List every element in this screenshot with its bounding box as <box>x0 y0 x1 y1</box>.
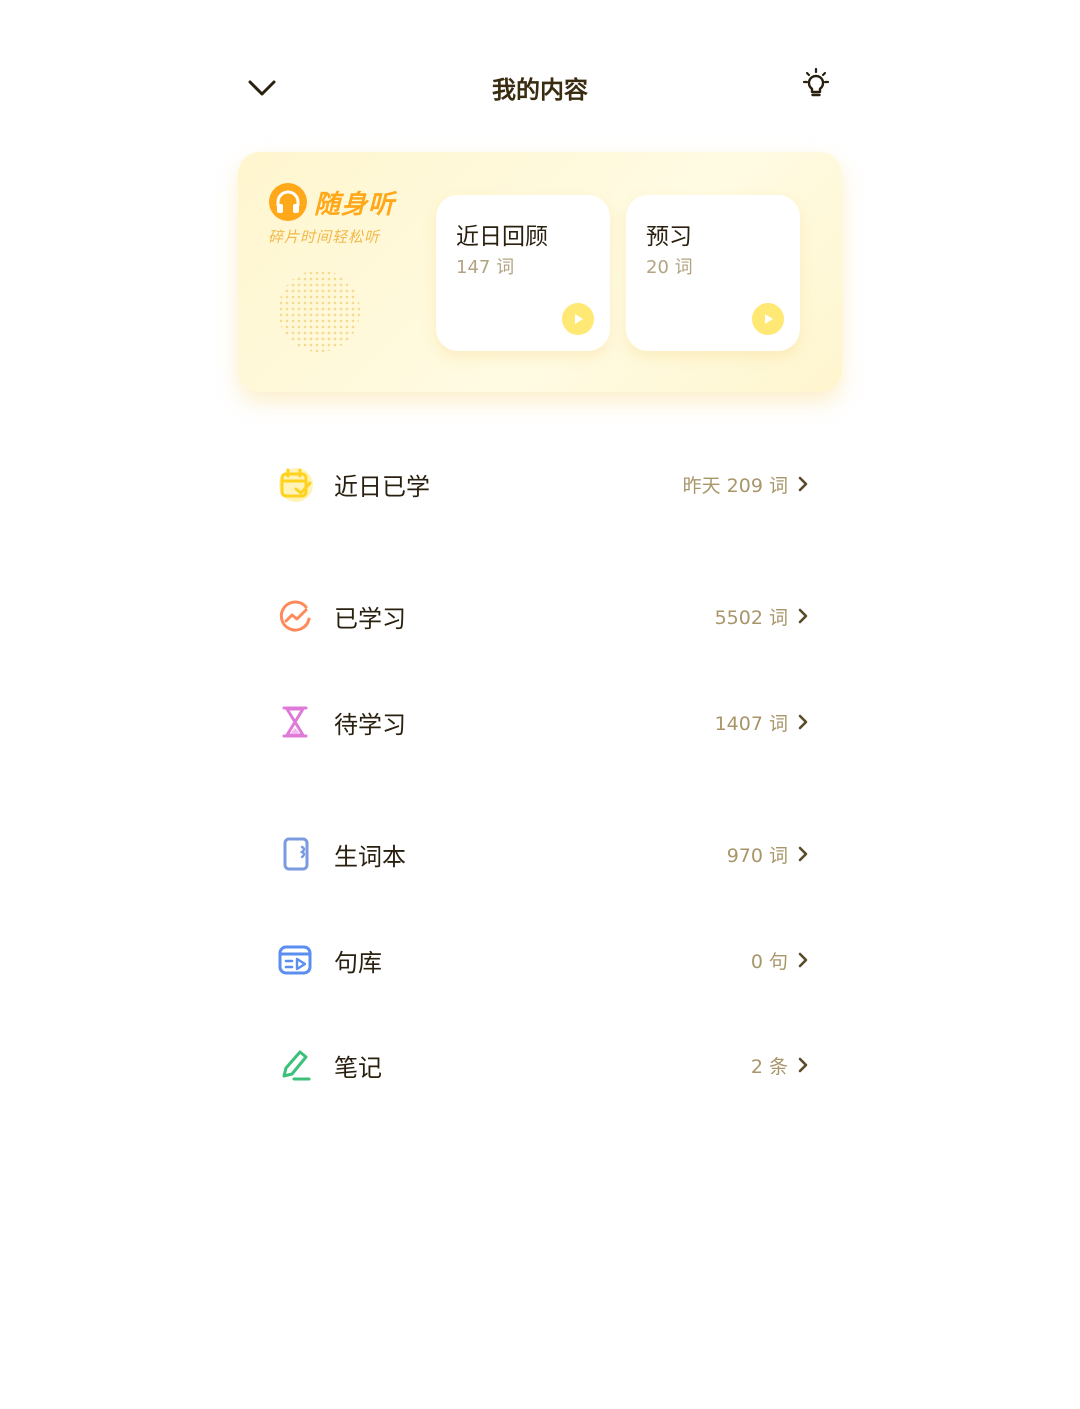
list-item-value: 970 词 <box>726 844 788 867</box>
recent-review-title: 近日回顾 <box>456 224 548 250</box>
brand-logo: 随身听 <box>268 182 428 222</box>
preview-title: 预习 <box>646 224 692 250</box>
headphones-icon <box>269 183 307 221</box>
chevron-right-icon <box>798 952 808 968</box>
top-bar: 我的内容 <box>240 58 840 118</box>
list-item-sentence-library[interactable]: 句库 0 句 <box>274 932 810 988</box>
dot-pattern <box>278 270 360 352</box>
list-item-label: 已学习 <box>334 604 406 633</box>
list-item-label: 近日已学 <box>334 472 430 501</box>
recent-review-play-button[interactable] <box>562 303 594 335</box>
preview-card[interactable]: 预习 20 词 <box>626 195 800 351</box>
chevron-right-icon <box>798 714 808 730</box>
chevron-right-icon <box>798 846 808 862</box>
notebook-icon <box>283 837 309 871</box>
list-item-value: 昨天 209 词 <box>682 474 788 497</box>
list-item-value: 5502 词 <box>714 606 788 629</box>
play-icon <box>575 314 583 324</box>
recent-review-count: 147 词 <box>456 257 515 278</box>
list-item-value: 2 条 <box>750 1055 788 1078</box>
recent-review-card[interactable]: 近日回顾 147 词 <box>436 195 610 351</box>
list-item-label: 笔记 <box>334 1053 382 1082</box>
tips-button[interactable] <box>794 62 838 106</box>
preview-play-button[interactable] <box>752 303 784 335</box>
list-item-recent-learned[interactable]: 近日已学 昨天 209 词 <box>274 456 810 512</box>
pen-icon <box>282 1050 311 1081</box>
list-item-learned[interactable]: 已学习 5502 词 <box>274 588 810 644</box>
brand-name: 随身听 <box>314 189 396 220</box>
hourglass-icon <box>282 706 308 738</box>
list-item-notes[interactable]: 笔记 2 条 <box>274 1037 810 1093</box>
sentence-library-icon <box>278 945 312 975</box>
calendar-check-icon <box>279 468 313 502</box>
list-item-vocabulary-book[interactable]: 生词本 970 词 <box>274 826 810 882</box>
list-item-label: 生词本 <box>334 842 406 871</box>
list-item-label: 待学习 <box>334 710 406 739</box>
preview-count: 20 词 <box>646 257 693 278</box>
chevron-right-icon <box>798 1057 808 1073</box>
lightbulb-icon <box>802 67 830 97</box>
chevron-right-icon <box>798 476 808 492</box>
play-icon <box>765 314 773 324</box>
page-title: 我的内容 <box>492 76 588 104</box>
list-item-value: 0 句 <box>750 950 788 973</box>
listen-card: 随身听 碎片时间轻松听 近日回顾 147 词 预习 20 词 <box>238 152 842 392</box>
list-item-value: 1407 词 <box>714 712 788 735</box>
brand-slogan: 碎片时间轻松听 <box>268 228 381 246</box>
list-item-label: 句库 <box>334 948 382 977</box>
list-item-to-learn[interactable]: 待学习 1407 词 <box>274 694 810 750</box>
brand-block: 随身听 碎片时间轻松听 <box>268 182 428 247</box>
chevron-right-icon <box>798 608 808 624</box>
progress-chart-icon <box>279 600 311 632</box>
